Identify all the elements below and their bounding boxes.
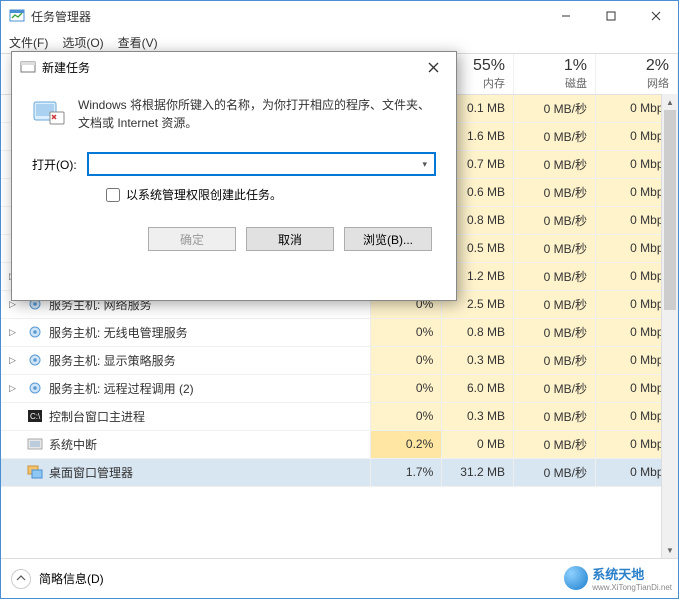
memory-cell: 0.3 MB [442,346,514,374]
disk-cell: 0 MB/秒 [514,458,596,486]
cpu-cell: 0.2% [370,430,442,458]
scroll-down-icon[interactable]: ▼ [662,542,678,558]
col-disk[interactable]: 1%磁盘 [514,54,596,94]
disk-cell: 0 MB/秒 [514,318,596,346]
maximize-button[interactable] [588,1,633,31]
dialog-close-button[interactable] [418,52,448,82]
expand-icon[interactable]: ▷ [9,383,21,394]
browse-button[interactable]: 浏览(B)... [344,227,432,251]
expand-icon[interactable]: ▷ [9,355,21,366]
app-icon [9,8,25,24]
dialog-title: 新建任务 [42,59,418,76]
process-icon [27,324,43,340]
disk-cell: 0 MB/秒 [514,178,596,206]
memory-cell: 6.0 MB [442,374,514,402]
cpu-cell: 1.7% [370,458,442,486]
menu-options[interactable]: 选项(O) [62,34,103,51]
expand-icon[interactable]: ▷ [9,327,21,338]
menu-file[interactable]: 文件(F) [9,34,48,51]
cpu-cell: 0% [370,374,442,402]
fewer-details-icon[interactable] [11,569,31,589]
window-title: 任务管理器 [31,8,543,25]
memory-cell: 0 MB [442,430,514,458]
run-icon [32,96,66,130]
disk-cell: 0 MB/秒 [514,374,596,402]
memory-cell: 0.8 MB [442,318,514,346]
process-name: 桌面窗口管理器 [49,464,133,481]
disk-cell: 0 MB/秒 [514,150,596,178]
process-icon [27,380,43,396]
cancel-button[interactable]: 取消 [246,227,334,251]
process-icon [27,352,43,368]
process-name: 服务主机: 无线电管理服务 [49,324,188,341]
open-combobox[interactable]: ▾ [87,152,436,176]
process-icon: C:\ [27,408,43,424]
watermark: 系统天地www.XiTongTianDi.net [564,564,672,592]
disk-cell: 0 MB/秒 [514,402,596,430]
open-label: 打开(O): [32,156,77,173]
table-row[interactable]: ▷服务主机: 无线电管理服务 0% 0.8 MB 0 MB/秒 0 Mbps [1,318,678,346]
dropdown-icon[interactable]: ▾ [419,159,430,170]
open-input[interactable] [93,157,420,171]
ok-button: 确定 [148,227,236,251]
run-dialog: 新建任务 Windows 将根据你所键入的名称，为你打开相应的程序、文件夹、文档… [11,51,457,301]
disk-cell: 0 MB/秒 [514,206,596,234]
scroll-up-icon[interactable]: ▲ [662,94,678,110]
table-row[interactable]: 桌面窗口管理器 1.7% 31.2 MB 0 MB/秒 0 Mbps [1,458,678,486]
menubar: 文件(F) 选项(O) 查看(V) [1,31,678,53]
table-row[interactable]: 系统中断 0.2% 0 MB 0 MB/秒 0 Mbps [1,430,678,458]
process-name: 控制台窗口主进程 [49,408,145,425]
close-button[interactable] [633,1,678,31]
admin-checkbox-label: 以系统管理权限创建此任务。 [126,186,282,203]
process-name: 服务主机: 显示策略服务 [49,352,176,369]
admin-checkbox[interactable] [106,188,120,202]
disk-cell: 0 MB/秒 [514,262,596,290]
fewer-details-link[interactable]: 简略信息(D) [39,570,104,587]
cpu-cell: 0% [370,346,442,374]
process-name: 系统中断 [49,436,97,453]
statusbar: 简略信息(D) 系统天地www.XiTongTianDi.net [1,558,678,598]
memory-cell: 31.2 MB [442,458,514,486]
disk-cell: 0 MB/秒 [514,290,596,318]
scroll-thumb[interactable] [664,110,676,310]
svg-text:C:\: C:\ [30,412,41,421]
disk-cell: 0 MB/秒 [514,94,596,122]
table-row[interactable]: C:\控制台窗口主进程 0% 0.3 MB 0 MB/秒 0 Mbps [1,402,678,430]
dialog-description: Windows 将根据你所键入的名称，为你打开相应的程序、文件夹、文档或 Int… [78,96,436,132]
table-row[interactable]: ▷服务主机: 显示策略服务 0% 0.3 MB 0 MB/秒 0 Mbps [1,346,678,374]
minimize-button[interactable] [543,1,588,31]
process-name: 服务主机: 远程过程调用 (2) [49,380,194,397]
titlebar: 任务管理器 [1,1,678,31]
disk-cell: 0 MB/秒 [514,346,596,374]
disk-cell: 0 MB/秒 [514,122,596,150]
disk-cell: 0 MB/秒 [514,234,596,262]
table-row[interactable]: ▷服务主机: 远程过程调用 (2) 0% 6.0 MB 0 MB/秒 0 Mbp… [1,374,678,402]
cpu-cell: 0% [370,402,442,430]
memory-cell: 0.3 MB [442,402,514,430]
disk-cell: 0 MB/秒 [514,430,596,458]
vertical-scrollbar[interactable]: ▲ ▼ [661,94,678,558]
process-icon [27,464,43,480]
col-network[interactable]: 2%网络 [596,54,678,94]
dialog-icon [20,59,36,75]
process-icon [27,436,43,452]
menu-view[interactable]: 查看(V) [118,34,158,51]
watermark-logo-icon [564,566,588,590]
cpu-cell: 0% [370,318,442,346]
